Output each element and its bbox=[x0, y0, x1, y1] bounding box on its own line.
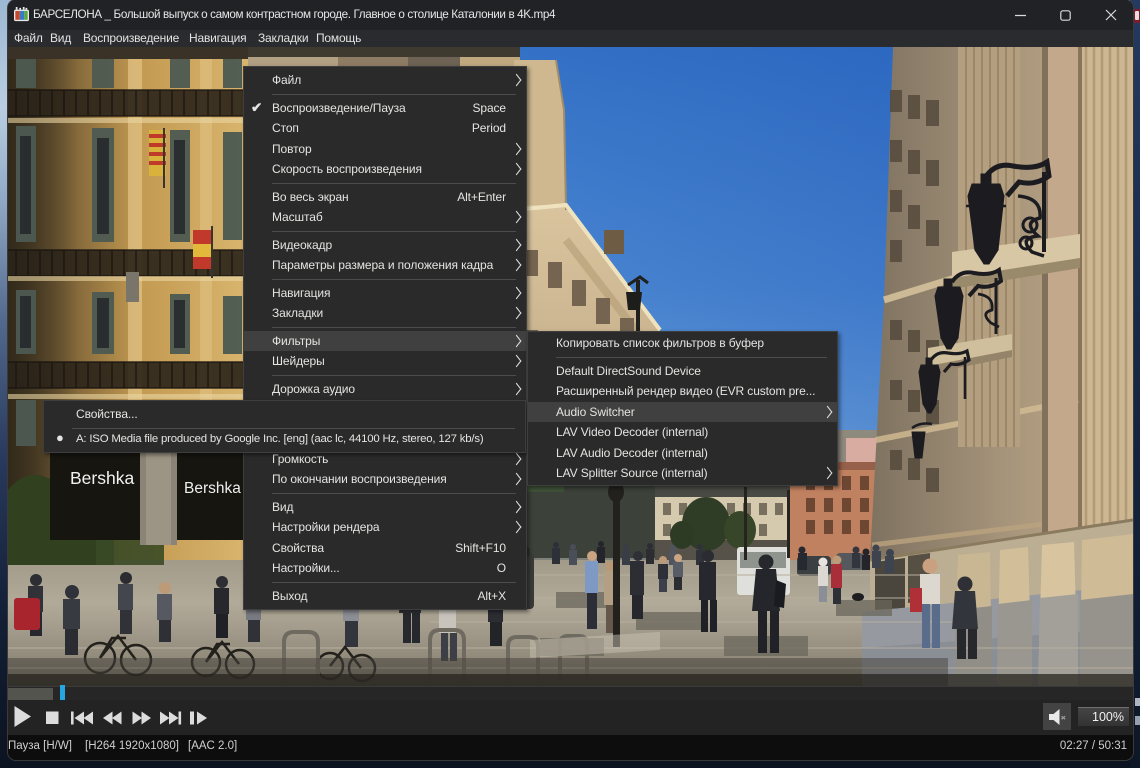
svg-text:Bershka: Bershka bbox=[184, 480, 241, 497]
svg-text:Bershka: Bershka bbox=[70, 468, 134, 488]
